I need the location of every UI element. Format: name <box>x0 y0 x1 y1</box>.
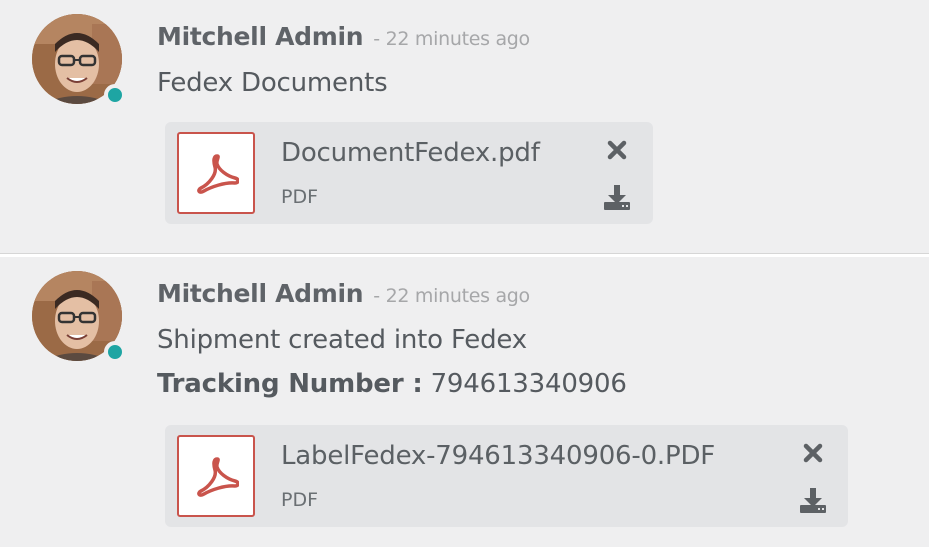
chatter-thread: Mitchell Admin - 22 minutes ago Fedex Doc… <box>0 0 929 550</box>
author-name[interactable]: Mitchell Admin <box>157 22 364 51</box>
tracking-number: 794613340906 <box>430 369 627 399</box>
message: Mitchell Admin - 22 minutes ago Fedex Doc… <box>0 0 929 253</box>
message-body: Fedex Documents <box>157 68 388 98</box>
close-icon[interactable] <box>801 441 825 465</box>
tracking-line: Tracking Number : 794613340906 <box>157 369 627 399</box>
attachment-filename[interactable]: DocumentFedex.pdf <box>281 138 540 168</box>
attachment-card[interactable]: DocumentFedex.pdf PDF <box>165 122 653 224</box>
download-icon[interactable] <box>798 485 828 515</box>
online-status-icon <box>104 84 126 106</box>
attachment-type: PDF <box>281 186 319 208</box>
avatar[interactable] <box>32 14 126 106</box>
message-header: Mitchell Admin - 22 minutes ago <box>157 279 530 308</box>
avatar[interactable] <box>32 271 126 363</box>
message-body: Shipment created into Fedex <box>157 325 527 355</box>
attachment-type: PDF <box>281 489 319 511</box>
attachment-card[interactable]: LabelFedex-794613340906-0.PDF PDF <box>165 425 848 527</box>
attachment-filename[interactable]: LabelFedex-794613340906-0.PDF <box>281 441 715 471</box>
tracking-label: Tracking Number : <box>157 369 423 399</box>
online-status-icon <box>104 341 126 363</box>
pdf-file-icon[interactable] <box>177 132 255 214</box>
pdf-file-icon[interactable] <box>177 435 255 517</box>
author-name[interactable]: Mitchell Admin <box>157 279 364 308</box>
download-icon[interactable] <box>602 182 632 212</box>
message-date: - 22 minutes ago <box>373 285 530 307</box>
message-date: - 22 minutes ago <box>373 28 530 50</box>
close-icon[interactable] <box>605 138 629 162</box>
message-header: Mitchell Admin - 22 minutes ago <box>157 22 530 51</box>
message: Mitchell Admin - 22 minutes ago Shipment … <box>0 257 929 547</box>
